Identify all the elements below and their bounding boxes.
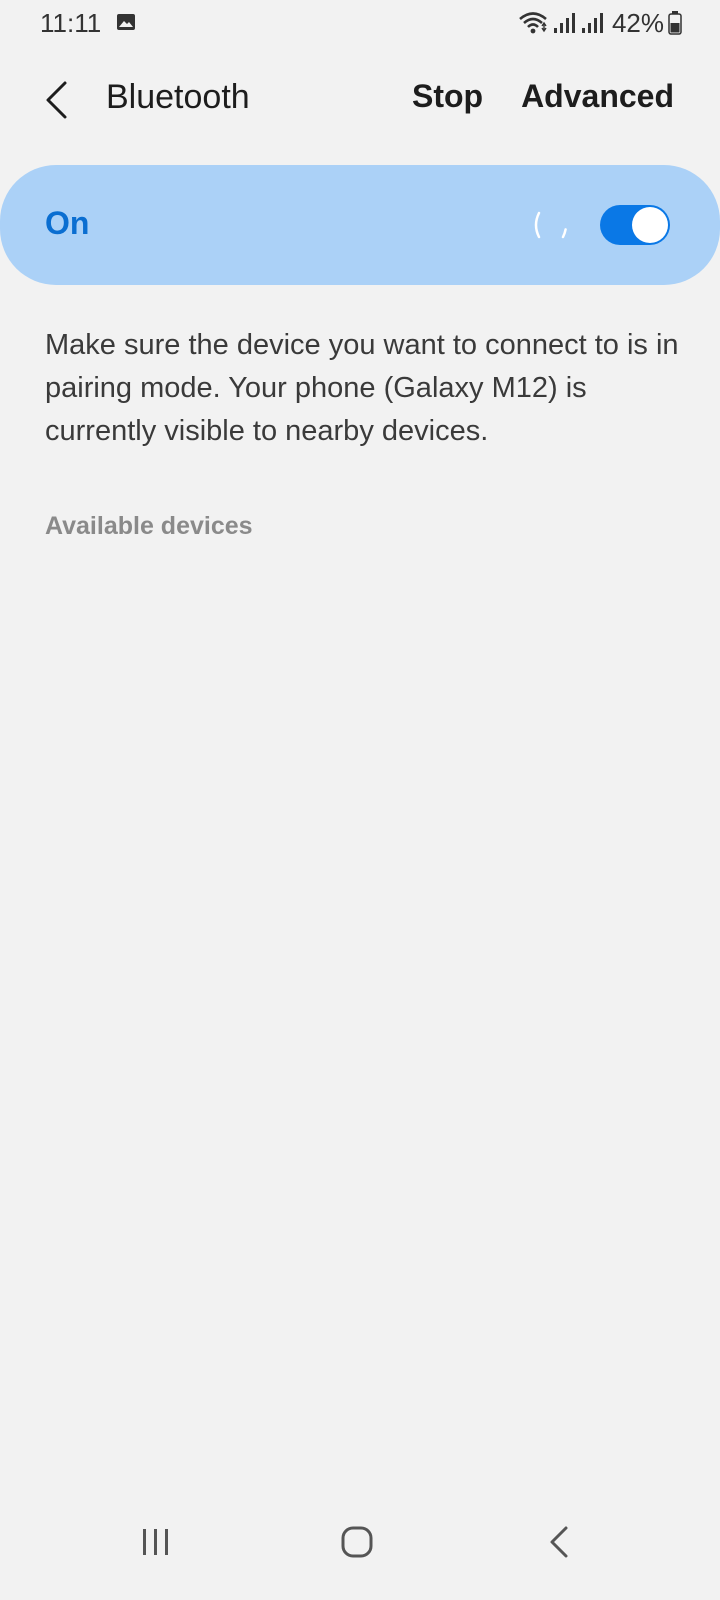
signal-icon	[553, 13, 575, 33]
recents-button[interactable]	[130, 1516, 182, 1568]
back-button[interactable]	[30, 74, 82, 126]
back-icon	[550, 1526, 568, 1558]
bluetooth-master-toggle[interactable]: On	[0, 165, 720, 285]
status-bar: 11:11 42%	[0, 0, 720, 44]
nav-back-button[interactable]	[533, 1516, 585, 1568]
pairing-description: Make sure the device you want to connect…	[45, 329, 679, 447]
home-icon	[341, 1526, 373, 1558]
battery-percentage: 42%	[611, 7, 664, 38]
app-bar: Bluetooth Stop Advanced	[0, 60, 720, 140]
signal-icon	[581, 13, 603, 33]
toggle-status-label: On	[45, 205, 90, 241]
switch-knob	[632, 207, 668, 243]
bluetooth-settings-screen: 11:11 42% Bluetooth Stop Advanced On Mak…	[0, 0, 720, 1600]
recents-icon	[143, 1529, 168, 1555]
available-devices-header: Available devices	[45, 512, 253, 540]
chevron-left-icon	[46, 81, 67, 119]
navigation-bar	[0, 1490, 720, 1600]
home-button[interactable]	[331, 1516, 383, 1568]
battery-icon	[668, 11, 682, 35]
status-time: 11:11	[40, 8, 102, 38]
status-icons: 42%	[518, 8, 682, 38]
stop-button[interactable]: Stop	[412, 78, 483, 115]
bluetooth-switch[interactable]	[600, 205, 670, 245]
advanced-button[interactable]: Advanced	[521, 78, 674, 115]
wifi-icon	[519, 12, 547, 34]
page-title: Bluetooth	[106, 78, 250, 116]
gallery-icon	[117, 14, 135, 30]
scanning-spinner-icon	[534, 211, 568, 239]
